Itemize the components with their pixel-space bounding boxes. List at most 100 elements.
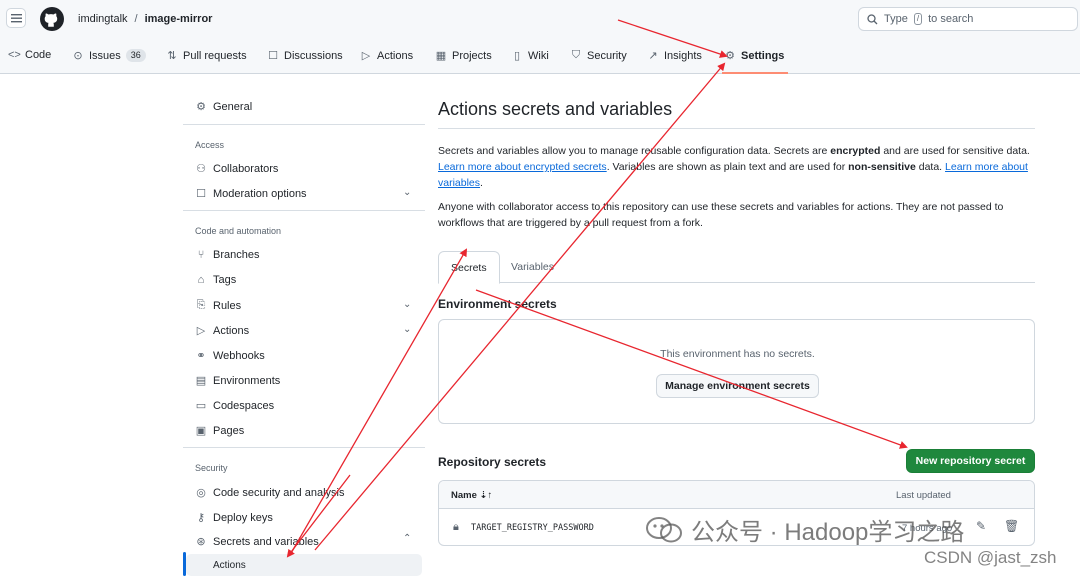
chevron-up-icon[interactable]: ⌃ xyxy=(403,533,411,544)
issue-opened-icon: ⊙ xyxy=(73,50,83,62)
secrets-variables-tabs: Secrets Variables xyxy=(438,251,1035,284)
tab-actions[interactable]: ▷ Actions xyxy=(360,49,414,63)
sidebar-item-label: Collaborators xyxy=(213,162,279,175)
tab-secrets[interactable]: Secrets xyxy=(438,251,500,284)
graph-icon: ↗ xyxy=(648,50,658,62)
search-placeholder-prefix: Type xyxy=(884,13,908,25)
sidebar-item-label: Secrets and variables xyxy=(213,535,319,548)
watermark-text: 公众号 · Hadoop学习之路 xyxy=(691,519,965,546)
learn-more-secrets-link[interactable]: Learn more about encrypted secrets xyxy=(438,161,607,173)
tab-projects-label: Projects xyxy=(452,49,492,62)
sidebar-subitem-actions[interactable]: Actions xyxy=(213,560,246,571)
server-icon: ▤ xyxy=(195,375,207,387)
sort-ascending-icon: ⇣↑ xyxy=(479,490,493,501)
repo-push-icon: ⎘ xyxy=(196,299,206,311)
wechat-watermark: 公众号 · Hadoop学习之路 xyxy=(645,512,964,547)
git-branch-icon: ⑂ xyxy=(197,249,205,261)
sidebar-divider xyxy=(183,124,425,125)
asterisk-icon: ⊛ xyxy=(196,536,206,548)
tab-insights[interactable]: ↗ Insights xyxy=(647,49,702,63)
tab-issues-label: Issues xyxy=(89,49,121,62)
sidebar-item-label: Tags xyxy=(213,274,237,286)
search-icon xyxy=(867,13,878,24)
sidebar-item-label: Pages xyxy=(213,424,245,437)
chevron-down-icon[interactable]: ⌄ xyxy=(403,299,411,310)
page-title: Actions secrets and variables xyxy=(438,99,673,119)
comment-icon: ☐ xyxy=(196,188,206,200)
sidebar-subitem-label: Actions xyxy=(213,560,246,571)
manage-environment-secrets-button[interactable]: Manage environment secrets xyxy=(656,374,819,398)
desc-text: . Variables are shown as plain text and … xyxy=(606,161,849,173)
sidebar-item-actions[interactable]: ▷ Actions xyxy=(195,324,249,338)
sidebar-item-label: Codespaces xyxy=(213,399,275,412)
sidebar-heading-access: Access xyxy=(195,140,225,150)
tab-security[interactable]: ⛉ Security xyxy=(570,49,627,62)
env-empty-message: This environment has no secrets. xyxy=(660,348,815,360)
gear-icon: ⚙ xyxy=(196,101,206,113)
git-pull-request-icon: ⇅ xyxy=(167,50,177,62)
play-icon: ▷ xyxy=(196,325,206,337)
tab-code[interactable]: <> Code xyxy=(8,49,51,61)
sidebar-item-webhooks[interactable]: ⚭ Webhooks xyxy=(195,349,265,363)
tab-wiki[interactable]: ▯ Wiki xyxy=(511,49,549,63)
column-name-header[interactable]: Name ⇣↑ xyxy=(451,490,492,501)
tag-icon: ⌂ xyxy=(197,274,205,286)
comment-discussion-icon: ☐ xyxy=(268,50,278,62)
repo-link[interactable]: image-mirror xyxy=(145,13,213,25)
sidebar-item-pages[interactable]: ▣ Pages xyxy=(195,424,245,438)
book-icon: ▯ xyxy=(513,50,521,62)
pencil-icon[interactable]: ✎ xyxy=(976,519,986,533)
trash-icon[interactable]: 🗑︎ xyxy=(1004,519,1019,533)
sidebar-item-code-security[interactable]: ◎ Code security and analysis xyxy=(195,486,345,500)
people-icon: ⚇ xyxy=(196,163,206,175)
issues-count-badge: 36 xyxy=(125,49,146,62)
codescan-icon: ◎ xyxy=(196,487,206,499)
sidebar-item-general[interactable]: ⚙ General xyxy=(195,100,253,114)
repository-secrets-heading: Repository secrets xyxy=(438,455,547,469)
sidebar-item-label: Deploy keys xyxy=(213,511,273,524)
tab-discussions[interactable]: ☐ Discussions xyxy=(267,49,343,63)
sidebar-item-label: Rules xyxy=(213,299,242,312)
chevron-down-icon[interactable]: ⌄ xyxy=(403,324,411,335)
search-input[interactable]: Type / to search xyxy=(858,7,1078,31)
chevron-down-icon[interactable]: ⌄ xyxy=(403,187,411,198)
tab-issues[interactable]: ⊙ Issues 36 xyxy=(72,49,146,62)
sidebar-item-collaborators[interactable]: ⚇ Collaborators xyxy=(195,162,279,176)
sidebar-item-moderation[interactable]: ☐ Moderation options xyxy=(195,187,307,201)
sidebar-item-branches[interactable]: ⑂ Branches xyxy=(195,249,260,261)
hamburger-icon xyxy=(10,14,22,23)
tab-wiki-label: Wiki xyxy=(528,49,549,62)
sidebar-heading-security: Security xyxy=(195,463,228,473)
tab-pull-requests[interactable]: ⇅ Pull requests xyxy=(166,49,247,63)
codespaces-icon: ▭ xyxy=(195,400,207,412)
sidebar-item-codespaces[interactable]: ▭ Codespaces xyxy=(195,399,275,413)
tab-pull-requests-label: Pull requests xyxy=(183,49,247,62)
hamburger-menu-button[interactable] xyxy=(6,8,26,28)
tab-settings[interactable]: ⚙ Settings xyxy=(724,49,784,63)
sidebar-item-label: Webhooks xyxy=(213,349,265,362)
sidebar-item-secrets-variables[interactable]: ⊛ Secrets and variables xyxy=(195,535,319,549)
code-icon: <> xyxy=(8,49,21,61)
owner-link[interactable]: imdingtalk xyxy=(78,13,128,25)
new-repository-secret-button[interactable]: New repository secret xyxy=(906,449,1035,473)
sidebar-divider xyxy=(183,447,425,448)
desc-text: data. xyxy=(915,161,946,173)
sidebar-item-label: General xyxy=(213,100,253,113)
active-item-indicator xyxy=(183,552,186,576)
sidebar-item-environments[interactable]: ▤ Environments xyxy=(195,374,281,388)
sidebar-item-label: Environments xyxy=(213,374,281,387)
tab-variables[interactable]: Variables xyxy=(499,251,566,284)
sidebar-item-rules[interactable]: ⎘ Rules xyxy=(195,299,242,312)
sidebar-item-label: Code security and analysis xyxy=(213,486,345,499)
sidebar-item-tags[interactable]: ⌂ Tags xyxy=(195,274,237,286)
sidebar-item-deploy-keys[interactable]: ⚷ Deploy keys xyxy=(195,511,273,525)
tab-actions-label: Actions xyxy=(377,49,414,62)
github-logo-icon[interactable] xyxy=(40,7,64,31)
gear-icon: ⚙ xyxy=(725,50,735,62)
play-icon: ▷ xyxy=(361,50,371,62)
selected-tab-indicator xyxy=(722,72,788,74)
environment-secrets-heading: Environment secrets xyxy=(438,297,557,311)
environment-secrets-box: This environment has no secrets. Manage … xyxy=(438,319,1035,424)
sidebar-item-label: Branches xyxy=(213,249,260,261)
tab-projects[interactable]: ▦ Projects xyxy=(435,49,492,63)
